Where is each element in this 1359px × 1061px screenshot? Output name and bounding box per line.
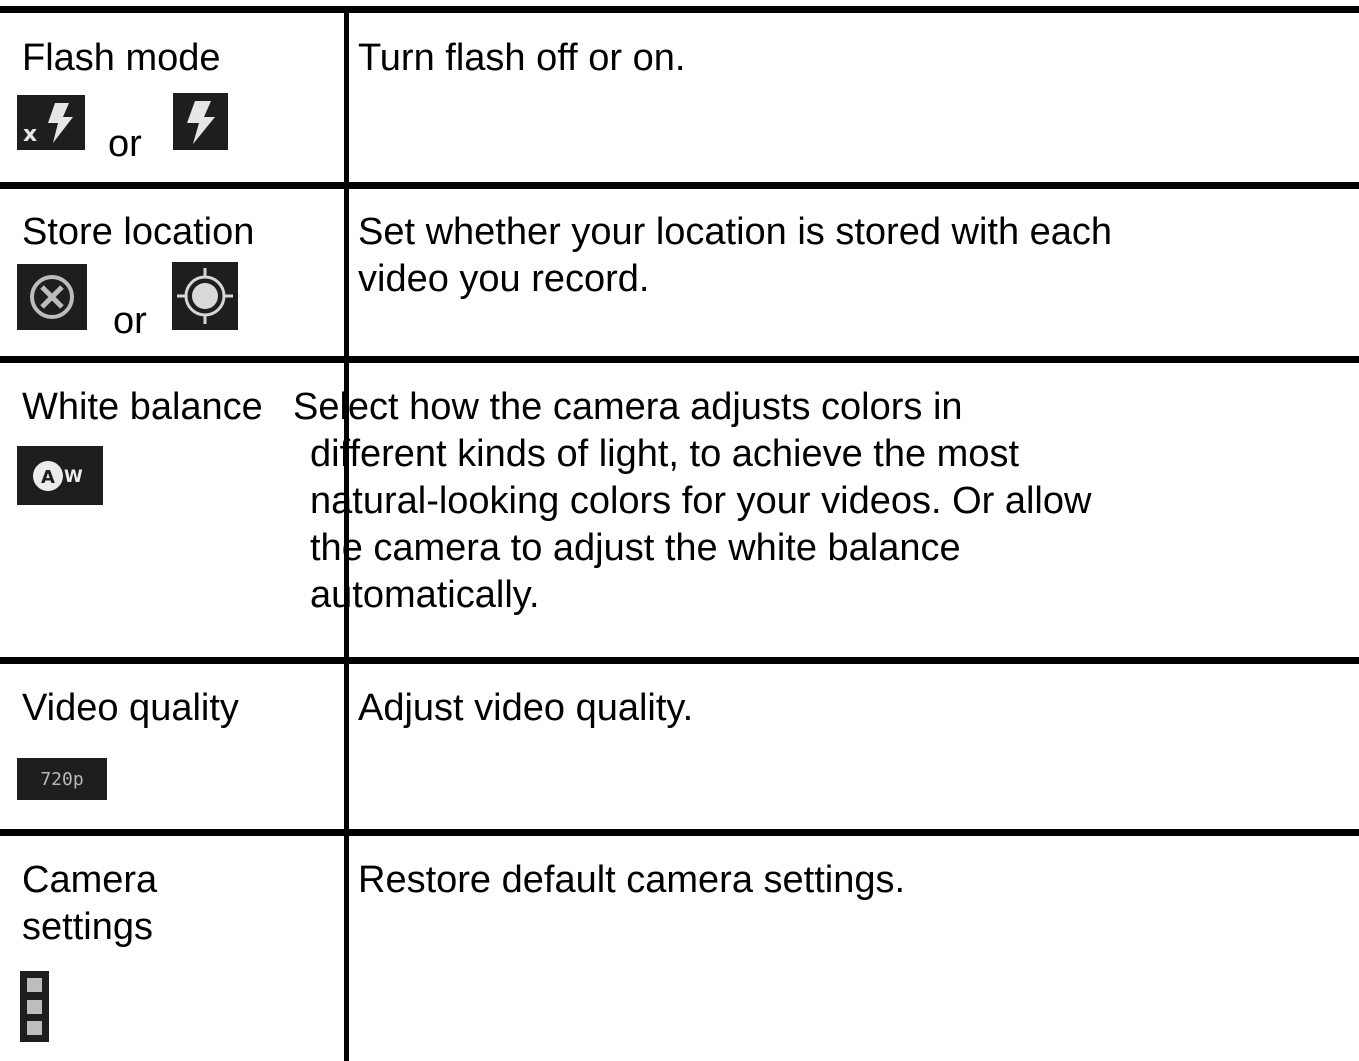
setting-description-line: the camera to adjust the white balance bbox=[310, 527, 961, 569]
setting-description-line: natural-looking colors for your videos. … bbox=[310, 480, 1092, 522]
camera-settings-menu-icon bbox=[20, 971, 49, 1042]
location-on-icon bbox=[172, 262, 238, 330]
location-off-icon bbox=[17, 264, 87, 330]
row-divider bbox=[0, 657, 1359, 664]
row-divider bbox=[0, 356, 1359, 363]
setting-description: Adjust video quality. bbox=[358, 687, 694, 729]
flash-off-icon: x bbox=[17, 95, 85, 150]
setting-description-line: Select how the camera adjusts colors in bbox=[293, 386, 963, 428]
row-divider bbox=[0, 182, 1359, 189]
menu-square bbox=[27, 978, 42, 993]
auto-white-balance-icon: A W bbox=[17, 446, 103, 505]
setting-name: White balance bbox=[22, 384, 263, 431]
or-label: or bbox=[108, 123, 142, 165]
menu-square bbox=[27, 999, 42, 1014]
svg-text:A: A bbox=[41, 467, 55, 488]
setting-description-line: automatically. bbox=[310, 574, 540, 616]
video-quality-icon: 720p bbox=[17, 758, 107, 800]
svg-text:W: W bbox=[64, 467, 83, 487]
setting-description: Restore default camera settings. bbox=[358, 859, 906, 901]
setting-description-line: different kinds of light, to achieve the… bbox=[310, 433, 1020, 475]
setting-name: Camera settings bbox=[22, 859, 158, 948]
menu-square bbox=[27, 1020, 42, 1035]
row-divider bbox=[0, 829, 1359, 836]
setting-name: Flash mode bbox=[22, 37, 221, 79]
video-quality-icon-label: 720p bbox=[40, 768, 84, 790]
setting-name: Store location bbox=[22, 211, 255, 253]
setting-description: Turn flash off or on. bbox=[358, 37, 686, 79]
setting-name: Video quality bbox=[22, 687, 239, 729]
flash-on-icon bbox=[173, 93, 228, 150]
svg-text:x: x bbox=[23, 122, 37, 147]
setting-description: Set whether your location is stored with… bbox=[358, 211, 1113, 300]
table-top-border bbox=[0, 6, 1359, 13]
or-label: or bbox=[113, 300, 147, 342]
